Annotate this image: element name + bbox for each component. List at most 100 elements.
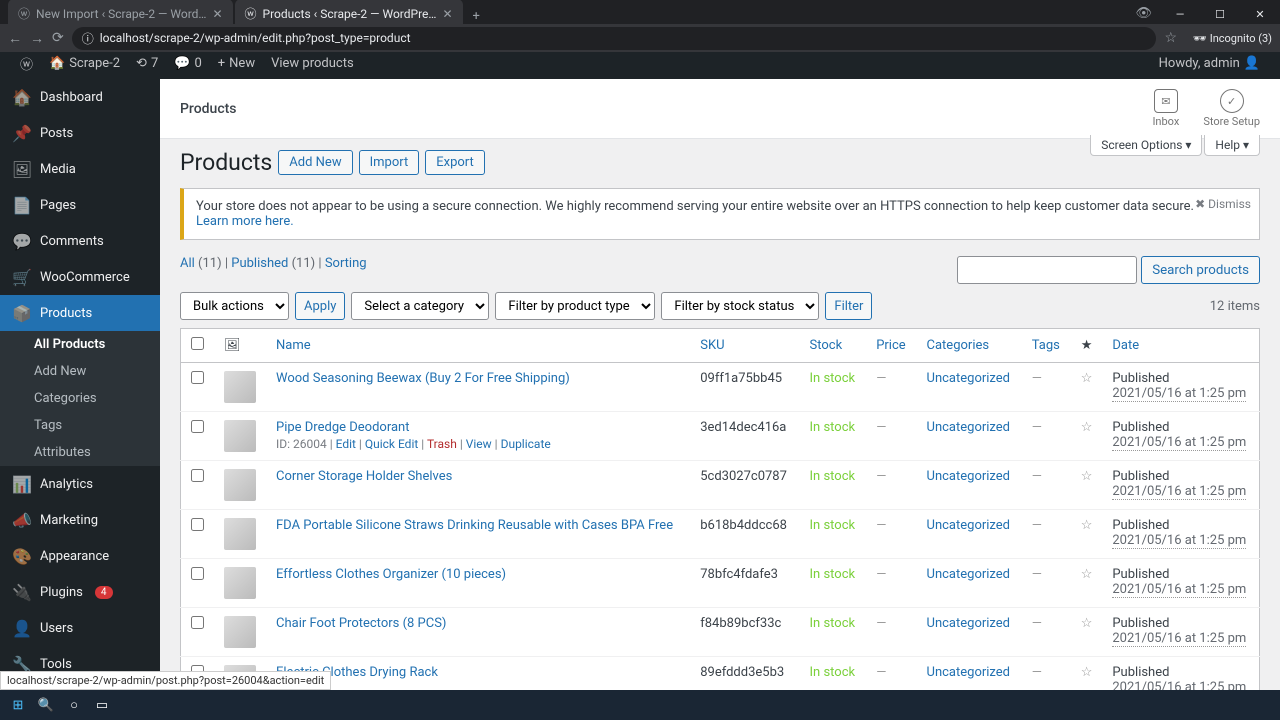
featured-cell[interactable]: ☆ bbox=[1071, 461, 1103, 510]
featured-cell[interactable]: ☆ bbox=[1071, 559, 1103, 608]
help-tab[interactable]: Help ▾ bbox=[1204, 135, 1260, 156]
screen-options-tab[interactable]: Screen Options ▾ bbox=[1090, 135, 1202, 156]
category-link[interactable]: Uncategorized bbox=[927, 616, 1010, 631]
comments-link[interactable]: 💬 0 bbox=[166, 56, 210, 71]
updates-link[interactable]: ⟲ 7 bbox=[128, 56, 166, 71]
sidebar-item-analytics[interactable]: 📊Analytics bbox=[0, 466, 160, 502]
featured-cell[interactable]: ☆ bbox=[1071, 412, 1103, 461]
product-name-link[interactable]: FDA Portable Silicone Straws Drinking Re… bbox=[276, 518, 673, 533]
trash-link[interactable]: Trash bbox=[427, 437, 457, 451]
submenu-all-products[interactable]: All Products bbox=[0, 331, 160, 358]
sku-header[interactable]: SKU bbox=[690, 329, 799, 363]
reload-button[interactable]: ⟳ bbox=[52, 30, 64, 46]
task-view-icon[interactable]: ▭ bbox=[88, 691, 116, 719]
sidebar-item-comments[interactable]: 💬Comments bbox=[0, 223, 160, 259]
filter-all[interactable]: All bbox=[180, 256, 195, 271]
quick-edit-link[interactable]: Quick Edit bbox=[365, 437, 418, 451]
submenu-categories[interactable]: Categories bbox=[0, 385, 160, 412]
sidebar-item-woocommerce[interactable]: 🛒WooCommerce bbox=[0, 259, 160, 295]
url-bar[interactable]: ⓘ localhost/scrape-2/wp-admin/edit.php?p… bbox=[72, 27, 1157, 50]
sidebar-item-posts[interactable]: 📌Posts bbox=[0, 115, 160, 151]
bookmark-icon[interactable]: ☆ bbox=[1164, 30, 1177, 46]
learn-more-link[interactable]: Learn more here. bbox=[196, 214, 294, 229]
back-button[interactable]: ← bbox=[8, 30, 22, 47]
apply-button[interactable]: Apply bbox=[295, 292, 345, 320]
submenu-attributes[interactable]: Attributes bbox=[0, 439, 160, 466]
product-thumbnail[interactable] bbox=[224, 420, 256, 452]
product-name-link[interactable]: Corner Storage Holder Shelves bbox=[276, 469, 452, 484]
price-header[interactable]: Price bbox=[866, 329, 916, 363]
filter-sorting[interactable]: Sorting bbox=[325, 256, 367, 271]
edit-link[interactable]: Edit bbox=[336, 437, 356, 451]
stock-status-select[interactable]: Filter by stock status bbox=[661, 292, 819, 320]
new-link[interactable]: + New bbox=[210, 56, 263, 71]
select-all-header[interactable] bbox=[181, 329, 215, 363]
import-button[interactable]: Import bbox=[359, 150, 420, 175]
product-name-link[interactable]: Chair Foot Protectors (8 PCS) bbox=[276, 616, 446, 631]
bulk-actions-select[interactable]: Bulk actions bbox=[180, 292, 289, 320]
product-thumbnail[interactable] bbox=[224, 371, 256, 403]
submenu-add-new[interactable]: Add New bbox=[0, 358, 160, 385]
cortana-icon[interactable]: ○ bbox=[60, 691, 88, 719]
inbox-button[interactable]: ✉ Inbox bbox=[1152, 89, 1179, 128]
row-checkbox[interactable] bbox=[191, 469, 204, 482]
dismiss-button[interactable]: ✖ Dismiss bbox=[1195, 197, 1251, 211]
category-link[interactable]: Uncategorized bbox=[927, 371, 1010, 386]
row-checkbox[interactable] bbox=[191, 567, 204, 580]
product-thumbnail[interactable] bbox=[224, 469, 256, 501]
category-link[interactable]: Uncategorized bbox=[927, 567, 1010, 582]
featured-cell[interactable]: ☆ bbox=[1071, 363, 1103, 412]
sidebar-item-media[interactable]: 🖼Media bbox=[0, 151, 160, 187]
sidebar-item-appearance[interactable]: 🎨Appearance bbox=[0, 538, 160, 574]
category-link[interactable]: Uncategorized bbox=[927, 665, 1010, 680]
search-input[interactable] bbox=[957, 256, 1137, 284]
filter-button[interactable]: Filter bbox=[825, 292, 872, 320]
row-checkbox[interactable] bbox=[191, 518, 204, 531]
sidebar-item-marketing[interactable]: 📣Marketing bbox=[0, 502, 160, 538]
start-button[interactable]: ⊞ bbox=[4, 691, 32, 719]
filter-published[interactable]: Published bbox=[231, 256, 288, 271]
view-link[interactable]: View bbox=[466, 437, 492, 451]
sidebar-item-plugins[interactable]: 🔌Plugins4 bbox=[0, 574, 160, 610]
site-link[interactable]: 🏠 Scrape-2 bbox=[41, 56, 128, 71]
submenu-tags[interactable]: Tags bbox=[0, 412, 160, 439]
select-all-checkbox[interactable] bbox=[191, 337, 204, 350]
product-name-link[interactable]: Effortless Clothes Organizer (10 pieces) bbox=[276, 567, 506, 582]
categories-header[interactable]: Categories bbox=[917, 329, 1022, 363]
featured-cell[interactable]: ☆ bbox=[1071, 608, 1103, 657]
product-thumbnail[interactable] bbox=[224, 518, 256, 550]
category-link[interactable]: Uncategorized bbox=[927, 518, 1010, 533]
search-button[interactable]: Search products bbox=[1141, 256, 1260, 284]
featured-cell[interactable]: ☆ bbox=[1071, 510, 1103, 559]
category-link[interactable]: Uncategorized bbox=[927, 420, 1010, 435]
export-button[interactable]: Export bbox=[425, 150, 485, 175]
close-icon[interactable]: ✕ bbox=[212, 7, 222, 21]
product-type-select[interactable]: Filter by product type bbox=[495, 292, 655, 320]
date-header[interactable]: Date bbox=[1102, 329, 1259, 363]
product-name-link[interactable]: Pipe Dredge Deodorant bbox=[276, 420, 409, 435]
search-icon[interactable]: 🔍 bbox=[32, 691, 60, 719]
wp-logo[interactable]: ⓦ bbox=[12, 54, 41, 73]
store-setup-button[interactable]: ✓ Store Setup bbox=[1203, 89, 1260, 128]
howdy-user[interactable]: Howdy, admin 👤 bbox=[1151, 56, 1268, 71]
row-checkbox[interactable] bbox=[191, 616, 204, 629]
category-link[interactable]: Uncategorized bbox=[927, 469, 1010, 484]
sidebar-item-pages[interactable]: 📄Pages bbox=[0, 187, 160, 223]
row-checkbox[interactable] bbox=[191, 371, 204, 384]
row-checkbox[interactable] bbox=[191, 420, 204, 433]
product-name-link[interactable]: Wood Seasoning Beewax (Buy 2 For Free Sh… bbox=[276, 371, 570, 386]
sidebar-item-dashboard[interactable]: 🏠Dashboard bbox=[0, 79, 160, 115]
sidebar-item-users[interactable]: 👤Users bbox=[0, 610, 160, 646]
product-thumbnail[interactable] bbox=[224, 616, 256, 648]
name-header[interactable]: Name bbox=[266, 329, 690, 363]
stock-header[interactable]: Stock bbox=[800, 329, 867, 363]
close-icon[interactable]: ✕ bbox=[442, 7, 452, 21]
add-new-button[interactable]: Add New bbox=[278, 150, 352, 175]
view-products-link[interactable]: View products bbox=[263, 56, 362, 71]
sidebar-item-products[interactable]: 📦Products bbox=[0, 295, 160, 331]
product-thumbnail[interactable] bbox=[224, 567, 256, 599]
duplicate-link[interactable]: Duplicate bbox=[501, 437, 551, 451]
category-select[interactable]: Select a category bbox=[351, 292, 489, 320]
forward-button[interactable]: → bbox=[30, 30, 44, 47]
tags-header[interactable]: Tags bbox=[1022, 329, 1071, 363]
